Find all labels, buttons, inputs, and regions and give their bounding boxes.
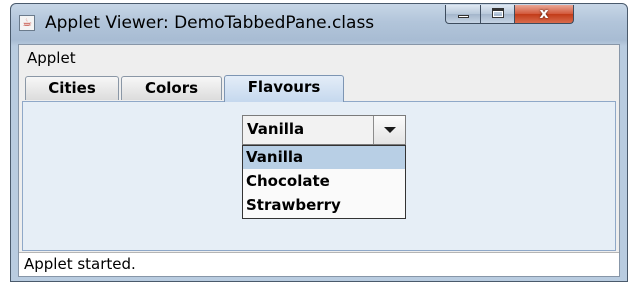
java-cup-icon[interactable]: ☕ [19,15,35,31]
close-icon: x [539,6,549,22]
flavour-combo-box[interactable]: Vanilla [242,115,406,145]
flavour-dropdown-list: Vanilla Chocolate Strawberry [242,145,406,219]
maximize-button[interactable] [480,5,515,24]
close-button[interactable]: x [514,5,574,24]
tab-flavours[interactable]: Flavours [224,75,344,102]
status-bar: Applet started. [19,252,619,276]
option-chocolate[interactable]: Chocolate [243,170,405,193]
maximize-icon [492,8,504,18]
combo-selected-value: Vanilla [247,120,305,138]
window-title: Applet Viewer: DemoTabbedPane.class [45,13,375,33]
minimize-button[interactable] [445,5,481,24]
tab-colors[interactable]: Colors [121,76,222,100]
title-bar[interactable]: ☕ Applet Viewer: DemoTabbedPane.class x [11,4,627,42]
minimize-icon [458,15,469,18]
applet-viewer-window: ☕ Applet Viewer: DemoTabbedPane.class x … [10,3,628,282]
combo-arrow-button[interactable] [373,116,405,144]
menu-applet[interactable]: Applet [27,49,76,67]
status-text: Applet started. [24,255,136,273]
chevron-down-icon [384,127,396,133]
applet-client-area: Applet Cities Colors Flavours Vanilla Va… [18,44,620,277]
tab-cities[interactable]: Cities [25,76,119,100]
option-vanilla[interactable]: Vanilla [243,146,405,169]
menu-bar: Applet [19,45,619,71]
option-strawberry[interactable]: Strawberry [243,194,405,217]
